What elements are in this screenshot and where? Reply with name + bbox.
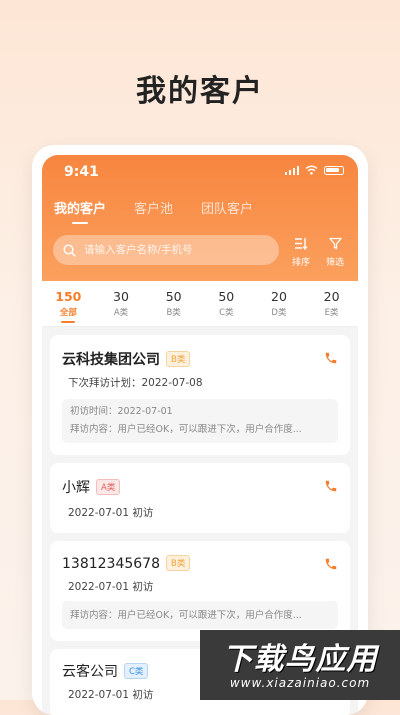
stat-count: 50 [218,289,235,304]
customer-card[interactable]: 小辉 A类 2022-07-01 初访 [50,463,350,533]
stat-label: C类 [219,308,234,318]
filter-icon [328,237,342,250]
wifi-icon [305,165,318,175]
tab-customer-pool[interactable]: 客户池 [134,198,173,217]
stat-c[interactable]: 50 C类 [204,289,248,318]
status-icons [284,165,344,175]
stat-label: A类 [113,308,129,318]
customer-name: 云客公司 C类 [62,661,149,681]
customer-name: 云科技集团公司 B类 [62,349,191,369]
customer-card[interactable]: 云科技集团公司 B类 下次拜访计划：2022-07-08 初访时间：2022-07… [50,335,350,455]
category-badge: B类 [166,351,191,367]
visit-notes: 拜访内容：用户已经OK，可以跟进下次，用户合作度... [62,601,338,629]
sort-icon [295,238,308,251]
customer-name: 小辉 A类 [62,477,121,497]
customer-name-text: 云客公司 [62,664,118,680]
watermark-text: 下载鸟应用 [222,642,378,677]
category-stats: 150 全部 30 A类 50 B类 50 C类 20 D类 20 E类 [42,281,358,327]
customer-name: 13812345678 B类 [62,555,191,572]
visit-content: 拜访内容：用户已经OK，可以跟进下次，用户合作度... [70,424,302,435]
stat-b[interactable]: 50 B类 [152,289,196,318]
search-bar[interactable] [53,235,279,265]
status-time: 9:41 [64,164,99,180]
sort-label: 排序 [291,258,310,268]
filter-button[interactable]: 筛选 [322,237,348,268]
next-visit-plan: 下次拜访计划：2022-07-08 [68,377,203,389]
stat-label: E类 [324,308,339,318]
customer-name-text: 13812345678 [62,556,160,572]
customer-tabs: 我的客户 客户池 团队客户 [54,198,253,224]
phone-call-icon[interactable] [324,351,338,365]
visit-content: 拜访内容：用户已经OK，可以跟进下次，用户合作度... [70,610,302,621]
headline: 我的客户 [136,74,264,109]
sort-button[interactable]: 排序 [288,237,314,268]
visit-notes: 初访时间：2022-07-01 拜访内容：用户已经OK，可以跟进下次，用户合作度… [62,399,338,443]
watermark: 下载鸟应用 www.xiazainiao.com [200,630,400,700]
watermark-url: www.xiazainiao.com [229,676,371,690]
customer-name-text: 小辉 [62,480,90,496]
cellular-signal-icon [284,165,299,175]
stat-d[interactable]: 20 D类 [257,289,301,318]
stat-e[interactable]: 20 E类 [310,289,354,318]
first-visit-time: 初访时间：2022-07-01 [70,406,173,417]
stat-a[interactable]: 30 A类 [99,289,143,318]
app-header: 9:41 我的客户 客户池 团队客户 请输入客户名称/手机号 排序 筛选 [42,155,358,281]
search-icon [63,243,76,257]
stat-label: D类 [271,308,287,318]
stat-count: 30 [113,289,129,304]
visit-summary: 2022-07-01 初访 [68,581,154,593]
phone-call-icon[interactable] [324,557,338,571]
filter-label: 筛选 [325,258,344,268]
search-input[interactable] [82,243,266,257]
tab-team-customers[interactable]: 团队客户 [201,198,253,217]
stat-label: 全部 [59,308,77,318]
stat-count: 50 [165,289,182,304]
battery-icon [324,165,344,175]
customer-name-text: 云科技集团公司 [62,352,160,368]
stat-all[interactable]: 150 全部 [46,289,90,323]
stat-count: 20 [323,289,340,304]
category-badge: A类 [96,479,121,495]
stat-count: 150 [55,289,82,304]
visit-summary: 2022-07-01 初访 [68,507,154,519]
stat-label: B类 [166,308,181,318]
customer-card[interactable]: 13812345678 B类 2022-07-01 初访 拜访内容：用户已经OK，… [50,541,350,641]
tab-my-customers[interactable]: 我的客户 [54,198,106,224]
phone-call-icon[interactable] [324,479,338,493]
stat-count: 20 [271,289,287,304]
category-badge: C类 [124,663,149,679]
category-badge: B类 [165,555,191,571]
